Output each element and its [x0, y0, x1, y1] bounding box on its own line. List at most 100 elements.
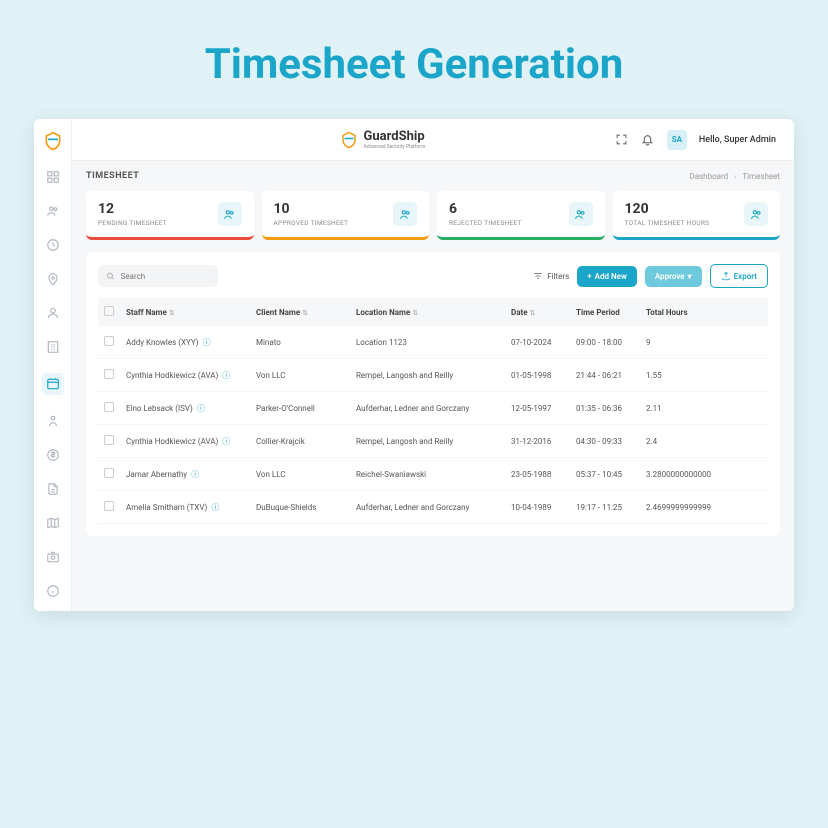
timesheet-table: Staff Name⇅ Client Name⇅ Location Name⇅ …	[98, 298, 768, 524]
row-checkbox[interactable]	[104, 336, 114, 346]
fullscreen-icon[interactable]	[615, 133, 629, 147]
cell-period: 21:44 - 06:21	[570, 359, 640, 392]
info-icon[interactable]: ⓘ	[222, 371, 230, 380]
stat-rejected[interactable]: 6REJECTED TIMESHEET	[437, 191, 605, 240]
app-window: GuardShip Advanced Security Platform SA …	[34, 119, 794, 611]
nav-person-icon[interactable]	[45, 413, 61, 429]
table-row[interactable]: Eino Lebsack (ISV) ⓘParker-O'ConnellAufd…	[98, 392, 768, 425]
approve-button[interactable]: Approve ▾	[645, 266, 702, 287]
add-label: Add New	[595, 272, 627, 281]
cell-location: Rempel, Langosh and Reilly	[350, 359, 505, 392]
cell-hours: 9	[640, 326, 768, 359]
stat-label: TOTAL TIMESHEET HOURS	[625, 219, 710, 227]
brand: GuardShip Advanced Security Platform	[340, 129, 426, 150]
cell-location: Rempel, Langosh and Reilly	[350, 425, 505, 458]
timesheet-panel: Filters + Add New Approve ▾ Export	[86, 252, 780, 536]
stat-approved[interactable]: 10APPROVED TIMESHEET	[262, 191, 430, 240]
row-checkbox[interactable]	[104, 369, 114, 379]
cell-location: Aufderhar, Ledner and Gorczany	[350, 392, 505, 425]
table-row[interactable]: Cynthia Hodkiewicz (AVA) ⓘCollier-Krajci…	[98, 425, 768, 458]
main-area: GuardShip Advanced Security Platform SA …	[72, 119, 794, 611]
col-period: Time Period	[570, 298, 640, 326]
users-icon	[569, 202, 593, 226]
nav-clock-icon[interactable]	[45, 237, 61, 253]
col-location[interactable]: Location Name⇅	[350, 298, 505, 326]
brand-name: GuardShip	[364, 129, 426, 144]
export-label: Export	[734, 272, 757, 281]
hero-title: Timesheet Generation	[205, 40, 624, 89]
search-input[interactable]	[121, 272, 210, 281]
export-button[interactable]: Export	[710, 264, 768, 288]
stat-total-hours[interactable]: 120 TOTAL TIMESHEET HOURS	[613, 191, 781, 240]
cell-period: 19:17 - 11:25	[570, 491, 640, 524]
cell-client: DuBuque-Shields	[250, 491, 350, 524]
nav-timesheet-icon[interactable]	[42, 373, 64, 395]
info-icon[interactable]: ⓘ	[222, 437, 230, 446]
row-checkbox[interactable]	[104, 435, 114, 445]
topbar: GuardShip Advanced Security Platform SA …	[72, 119, 794, 161]
info-icon[interactable]: ⓘ	[191, 470, 199, 479]
cell-hours: 1.55	[640, 359, 768, 392]
cell-client: Von LLC	[250, 359, 350, 392]
cell-location: Location 1123	[350, 326, 505, 359]
cell-date: 01-05-1998	[505, 359, 570, 392]
nav-camera-icon[interactable]	[45, 549, 61, 565]
cell-client: Von LLC	[250, 458, 350, 491]
users-icon	[218, 202, 242, 226]
row-checkbox[interactable]	[104, 501, 114, 511]
cell-staff: Cynthia Hodkiewicz (AVA) ⓘ	[120, 359, 250, 392]
crumb-dashboard[interactable]: Dashboard	[689, 172, 728, 181]
search-box[interactable]	[98, 265, 218, 287]
table-row[interactable]: Addy Knowles (XYY) ⓘMinatoLocation 1123 0…	[98, 326, 768, 359]
avatar[interactable]: SA	[667, 130, 687, 150]
nav-team-icon[interactable]	[45, 203, 61, 219]
bell-icon[interactable]	[641, 133, 655, 147]
export-icon	[721, 271, 731, 281]
sort-icon: ⇅	[302, 309, 308, 317]
breadcrumb: Dashboard › Timesheet	[689, 172, 780, 181]
cell-date: 23-05-1988	[505, 458, 570, 491]
nav-dollar-icon[interactable]	[45, 447, 61, 463]
nav-user-icon[interactable]	[45, 305, 61, 321]
stat-label: REJECTED TIMESHEET	[449, 219, 522, 227]
nav-info-icon[interactable]	[45, 583, 61, 599]
greeting: Hello, Super Admin	[699, 135, 776, 145]
nav-map-icon[interactable]	[45, 515, 61, 531]
cell-client: Parker-O'Connell	[250, 392, 350, 425]
topbar-right: SA Hello, Super Admin	[615, 130, 776, 150]
cell-staff: Addy Knowles (XYY) ⓘ	[120, 326, 250, 359]
cell-date: 31-12-2016	[505, 425, 570, 458]
stat-value: 120	[625, 201, 710, 217]
cell-date: 12-05-1997	[505, 392, 570, 425]
cell-location: Aufderhar, Ledner and Gorczany	[350, 491, 505, 524]
info-icon[interactable]: ⓘ	[197, 404, 205, 413]
table-row[interactable]: Jamar Abernathy ⓘVon LLCReichel-Swaniaws…	[98, 458, 768, 491]
add-new-button[interactable]: + Add New	[577, 266, 637, 287]
col-date[interactable]: Date⇅	[505, 298, 570, 326]
page-header: TIMESHEET Dashboard › Timesheet	[86, 171, 780, 181]
select-all-checkbox[interactable]	[104, 306, 114, 316]
cell-period: 09:00 - 18:00	[570, 326, 640, 359]
chevron-right-icon: ›	[734, 172, 736, 181]
nav-dashboard-icon[interactable]	[45, 169, 61, 185]
filter-icon	[533, 271, 543, 281]
info-icon[interactable]: ⓘ	[211, 503, 219, 512]
stat-pending[interactable]: 12PENDING TIMESHEET	[86, 191, 254, 240]
col-client[interactable]: Client Name⇅	[250, 298, 350, 326]
table-row[interactable]: Amelia Smitham (TXV) ⓘDuBuque-ShieldsAuf…	[98, 491, 768, 524]
nav-location-icon[interactable]	[45, 271, 61, 287]
cell-period: 01:35 - 06:36	[570, 392, 640, 425]
col-staff[interactable]: Staff Name⇅	[120, 298, 250, 326]
filters-button[interactable]: Filters	[533, 271, 569, 281]
toolbar: Filters + Add New Approve ▾ Export	[98, 264, 768, 288]
row-checkbox[interactable]	[104, 468, 114, 478]
nav-building-icon[interactable]	[45, 339, 61, 355]
page-title: TIMESHEET	[86, 171, 139, 181]
table-row[interactable]: Cynthia Hodkiewicz (AVA) ⓘVon LLCRempel,…	[98, 359, 768, 392]
cell-staff: Eino Lebsack (ISV) ⓘ	[120, 392, 250, 425]
cell-client: Minato	[250, 326, 350, 359]
row-checkbox[interactable]	[104, 402, 114, 412]
stat-value: 12	[98, 201, 167, 217]
info-icon[interactable]: ⓘ	[203, 338, 211, 347]
nav-document-icon[interactable]	[45, 481, 61, 497]
